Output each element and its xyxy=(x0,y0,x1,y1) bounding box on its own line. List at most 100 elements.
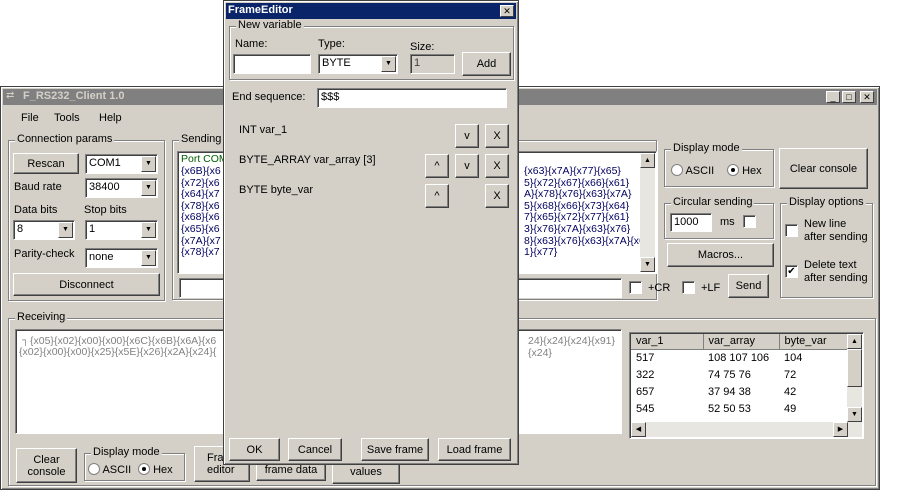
cr-checkbox[interactable] xyxy=(629,281,642,294)
ascii-radio[interactable]: ASCII xyxy=(671,164,714,177)
values-grid: var_1 var_array byte_var 517 108 107 106… xyxy=(631,334,847,417)
table-row[interactable]: 517 108 107 106 104 xyxy=(631,349,847,366)
receiving-line: {x02}{x00}{x00}{x25}{x5E}{x26}{x2A}{x24}… xyxy=(19,346,217,358)
baud-rate-select[interactable]: 38400 ▼ xyxy=(85,178,158,198)
delete-variable-button[interactable]: X xyxy=(485,124,509,148)
sending-scrollbar[interactable]: ▲ ▼ xyxy=(640,153,655,272)
frame-editor-title: FrameEditor xyxy=(228,4,293,16)
cancel-button[interactable]: Cancel xyxy=(288,438,342,461)
scroll-up-icon[interactable]: ▲ xyxy=(640,153,655,168)
delete-text-label-2: after sending xyxy=(804,272,868,284)
close-icon[interactable]: ✕ xyxy=(500,5,514,17)
sending-left-lines: {x6B}{x6 {x72}{x6 {x64}{x7 {x78}{x6 {x68… xyxy=(181,165,221,259)
frame-editor-dialog: FrameEditor ✕ New variable Name: Type: B… xyxy=(223,0,519,465)
ascii-radio-icon[interactable] xyxy=(671,164,683,176)
data-bits-label: Data bits xyxy=(14,204,58,216)
move-up-button[interactable]: ^ xyxy=(425,154,449,178)
column-header-byte-var[interactable]: byte_var xyxy=(779,334,847,350)
menu-tools[interactable]: Tools xyxy=(54,112,80,124)
menu-file[interactable]: File xyxy=(21,112,39,124)
macros-button[interactable]: Macros... xyxy=(667,243,774,267)
load-frame-button[interactable]: Load frame xyxy=(438,438,511,461)
size-input[interactable]: 1 xyxy=(410,54,455,74)
display-mode-label: Display mode xyxy=(671,142,742,154)
scroll-right-icon[interactable]: ▶ xyxy=(833,422,848,437)
clear-console-button[interactable]: Clear console xyxy=(779,148,868,189)
chevron-down-icon[interactable]: ▼ xyxy=(141,222,156,238)
end-sequence-input[interactable]: $$$ xyxy=(317,88,507,108)
display-mode-group: Display mode ASCII Hex xyxy=(664,142,774,187)
delete-variable-button[interactable]: X xyxy=(485,184,509,208)
values-table[interactable]: var_1 var_array byte_var 517 108 107 106… xyxy=(629,332,864,439)
lf-checkbox[interactable] xyxy=(682,281,695,294)
table-row[interactable]: 322 74 75 76 72 xyxy=(631,366,847,383)
save-frame-button[interactable]: Save frame xyxy=(361,438,429,461)
new-line-checkbox[interactable] xyxy=(785,224,798,237)
chevron-down-icon[interactable]: ▼ xyxy=(141,180,156,196)
cell: 322 xyxy=(636,368,655,381)
delete-text-checkbox[interactable]: ✔ xyxy=(785,265,798,278)
bottom-hex-radio[interactable]: Hex xyxy=(138,463,173,476)
parity-select[interactable]: none ▼ xyxy=(85,248,158,268)
ascii-radio-icon[interactable] xyxy=(88,463,100,475)
cr-label: +CR xyxy=(648,282,671,294)
chevron-down-icon[interactable]: ▼ xyxy=(58,222,73,238)
chevron-down-icon[interactable]: ▼ xyxy=(381,56,396,72)
disconnect-button[interactable]: Disconnect xyxy=(13,273,160,296)
circular-interval-input[interactable]: 1000 xyxy=(670,213,712,232)
table-row[interactable]: 657 37 94 38 42 xyxy=(631,383,847,400)
variable-name: BYTE_ARRAY var_array [3] xyxy=(239,154,376,166)
circular-sending-group: Circular sending 1000 ms xyxy=(664,196,774,239)
minimize-icon[interactable]: _ xyxy=(826,91,840,103)
parity-check-label: Parity-check xyxy=(14,248,75,260)
rescan-button[interactable]: Rescan xyxy=(13,153,79,174)
sending-line: {x65}{x6 xyxy=(181,222,220,235)
baud-rate-value: 38400 xyxy=(89,181,120,193)
cell: 545 xyxy=(636,402,655,415)
add-button[interactable]: Add xyxy=(462,52,511,76)
move-down-button[interactable]: v xyxy=(455,124,479,148)
move-down-button[interactable]: v xyxy=(455,154,479,178)
ok-button[interactable]: OK xyxy=(229,438,280,461)
ms-label: ms xyxy=(720,216,735,228)
name-input[interactable] xyxy=(233,54,311,74)
chevron-down-icon[interactable]: ▼ xyxy=(141,250,156,266)
close-icon[interactable]: ✕ xyxy=(860,91,874,103)
hex-radio-icon[interactable] xyxy=(727,164,739,176)
circular-checkbox[interactable] xyxy=(743,215,756,228)
cell: 72 xyxy=(784,368,797,381)
table-vscrollbar[interactable]: ▲ ▼ xyxy=(847,334,862,422)
port-select[interactable]: COM1 ▼ xyxy=(85,154,158,174)
chevron-down-icon[interactable]: ▼ xyxy=(141,156,156,172)
new-variable-group: New variable Name: Type: BYTE ▼ Size: 1 … xyxy=(229,19,514,80)
type-select[interactable]: BYTE ▼ xyxy=(318,54,398,74)
scroll-down-icon[interactable]: ▼ xyxy=(640,257,655,272)
column-header-var-array[interactable]: var_array xyxy=(703,334,780,350)
data-bits-value: 8 xyxy=(17,223,24,235)
bottom-clear-console-button[interactable]: Clear console xyxy=(16,448,77,483)
scroll-down-icon[interactable]: ▼ xyxy=(847,407,862,422)
sending-line: {x78}{x7 xyxy=(181,246,220,259)
cell: 52 50 53 xyxy=(708,402,751,415)
sending-line: 1}{x77} xyxy=(524,246,558,259)
delete-variable-button[interactable]: X xyxy=(485,154,509,178)
stop-bits-select[interactable]: 1 ▼ xyxy=(85,220,158,240)
hex-radio-icon[interactable] xyxy=(138,463,150,475)
table-row[interactable]: 545 52 50 53 49 xyxy=(631,400,847,417)
scroll-left-icon[interactable]: ◀ xyxy=(631,422,646,437)
menu-help[interactable]: Help xyxy=(99,112,122,124)
hex-radio[interactable]: Hex xyxy=(727,164,762,177)
scroll-thumb[interactable] xyxy=(847,349,862,387)
port-value: COM1 xyxy=(89,157,121,169)
sending-line: {x63}{x7A}{x77}{x65} xyxy=(524,165,621,177)
table-hscrollbar[interactable]: ◀ ▶ xyxy=(631,422,862,437)
bottom-ascii-radio[interactable]: ASCII xyxy=(88,463,131,476)
data-bits-select[interactable]: 8 ▼ xyxy=(13,220,75,240)
parity-value: none xyxy=(89,251,114,263)
scroll-up-icon[interactable]: ▲ xyxy=(847,334,862,349)
move-up-button[interactable]: ^ xyxy=(425,184,449,208)
maximize-icon[interactable]: □ xyxy=(842,91,856,103)
column-header-var1[interactable]: var_1 xyxy=(631,334,704,350)
frame-editor-titlebar[interactable]: FrameEditor ✕ xyxy=(226,3,516,19)
send-button[interactable]: Send xyxy=(728,274,769,298)
